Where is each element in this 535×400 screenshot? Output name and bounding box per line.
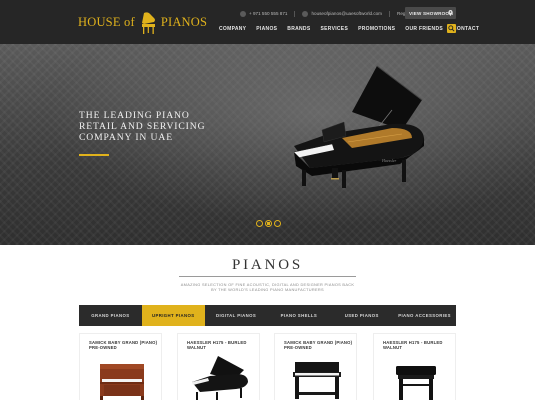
- map-pin-icon: [448, 10, 453, 16]
- slider-pagination: [256, 220, 283, 227]
- piano-logo-icon: [141, 12, 155, 34]
- hero-accent-rule: [79, 154, 109, 156]
- product-card[interactable]: SAMICK BABY GRAND (PIANO) PRE-OWNED: [79, 333, 162, 400]
- mail-icon: [302, 10, 309, 17]
- logo-text-right: PIANOS: [160, 14, 208, 29]
- tab-used-pianos[interactable]: USED PIANOS: [330, 305, 393, 326]
- slider-dot-1[interactable]: [256, 220, 263, 227]
- nav-services[interactable]: SERVICES: [320, 26, 348, 32]
- tab-piano-accessories[interactable]: PIANO ACCESSORIES: [393, 305, 456, 326]
- site-header: HOUSE of PIANOS + 971 550 555 871 houseo…: [0, 0, 535, 44]
- product-title[interactable]: SAMICK BABY GRAND (PIANO) PRE-OWNED: [89, 340, 159, 350]
- product-title[interactable]: HAESSLER H175 - BURLED WALNUT: [187, 340, 257, 350]
- tab-upright-pianos[interactable]: UPRIGHT PIANOS: [141, 305, 205, 326]
- section-subtitle-line: BY THE WORLD'S LEADING PIANO MANUFACTURE…: [211, 287, 324, 292]
- nav-our-friends[interactable]: OUR FRIENDS: [405, 26, 443, 32]
- email-link[interactable]: houseofpianos@uaesoftworld.com: [311, 11, 382, 16]
- hero-headline-line: COMPANY IN UAE: [79, 132, 173, 143]
- svg-text:Haessler: Haessler: [381, 158, 397, 163]
- tab-grand-pianos[interactable]: GRAND PIANOS: [79, 305, 142, 326]
- nav-company[interactable]: COMPANY: [219, 26, 246, 32]
- product-card[interactable]: HAESSLER H175 - BURLED WALNUT: [177, 333, 260, 400]
- product-title[interactable]: HAESSLER H175 - BURLED WALNUT: [383, 340, 453, 350]
- digital-piano-image: [293, 362, 341, 399]
- product-list: SAMICK BABY GRAND (PIANO) PRE-OWNED HAES…: [79, 333, 456, 400]
- tab-digital-pianos[interactable]: DIGITAL PIANOS: [205, 305, 268, 326]
- view-showroom-button[interactable]: VIEW SHOWROOM: [405, 7, 456, 19]
- nav-pianos[interactable]: PIANOS: [256, 26, 277, 32]
- piano-bench-image: [396, 366, 436, 400]
- slider-dot-2[interactable]: [265, 220, 272, 227]
- nav-brands[interactable]: BRANDS: [287, 26, 310, 32]
- nav-promotions[interactable]: PROMOTIONS: [358, 26, 395, 32]
- slider-dot-3[interactable]: [274, 220, 281, 227]
- nav-contact[interactable]: CONTACT: [453, 26, 479, 32]
- search-icon: [448, 25, 455, 32]
- section-subtitle: AMAZING SELECTION OF FINE ACOUSTIC, DIGI…: [0, 282, 535, 292]
- view-showroom-label: VIEW SHOWROOM: [409, 10, 454, 16]
- section-title: PIANOS: [232, 257, 303, 273]
- phone-number[interactable]: + 971 550 555 871: [249, 11, 287, 16]
- grand-piano-thumb-image: [192, 356, 248, 400]
- divider: [294, 10, 296, 17]
- section-divider: [179, 276, 356, 277]
- logo-text-left: HOUSE of: [78, 14, 135, 29]
- upright-piano-image: [100, 364, 144, 400]
- grand-piano-image: Haessler: [293, 65, 425, 188]
- product-card[interactable]: SAMICK BABY GRAND (PIANO) PRE-OWNED: [274, 333, 357, 400]
- hero-headline: THE LEADING PIANO RETAIL AND SERVICING C…: [79, 110, 239, 143]
- product-card[interactable]: HAESSLER H175 - BURLED WALNUT: [373, 333, 456, 400]
- hero-slider: THE LEADING PIANO RETAIL AND SERVICING C…: [0, 44, 535, 245]
- category-tabs: GRAND PIANOS UPRIGHT PIANOS DIGITAL PIAN…: [79, 305, 456, 326]
- hero-headline-line: THE LEADING PIANO: [79, 110, 190, 121]
- hero-headline-line: RETAIL AND SERVICING: [79, 121, 206, 132]
- search-button[interactable]: [447, 24, 456, 33]
- logo[interactable]: HOUSE of PIANOS: [78, 8, 207, 36]
- divider: [389, 10, 391, 17]
- product-title[interactable]: SAMICK BABY GRAND (PIANO) PRE-OWNED: [284, 340, 354, 350]
- tab-piano-shells[interactable]: PIANO SHELLS: [267, 305, 330, 326]
- phone-icon: [240, 10, 246, 17]
